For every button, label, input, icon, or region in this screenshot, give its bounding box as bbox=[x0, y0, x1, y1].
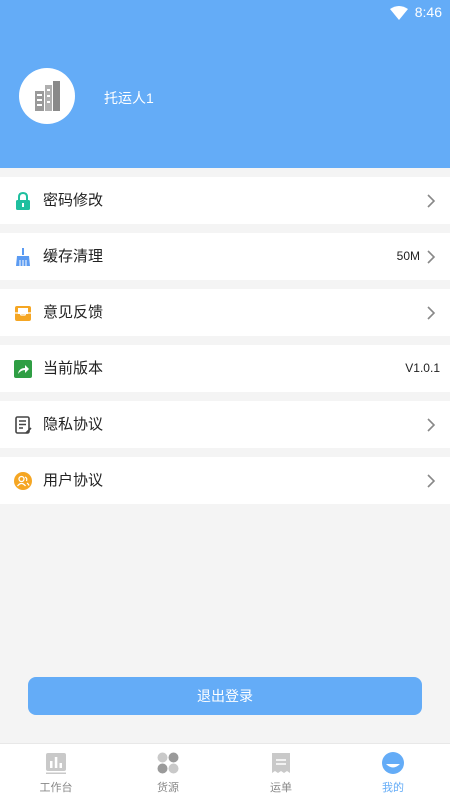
chevron-right-icon bbox=[427, 474, 436, 488]
chevron-right-icon bbox=[427, 418, 436, 432]
tab-workbench[interactable]: 工作台 bbox=[0, 744, 112, 800]
share-icon bbox=[14, 360, 32, 378]
menu-item-label: 缓存清理 bbox=[43, 248, 104, 265]
settings-list: 密码修改 缓存清理 50M 意见反馈 当前版本 V1.0.1 隐私协议 用户协议 bbox=[0, 177, 450, 513]
menu-item-label: 当前版本 bbox=[43, 360, 104, 377]
avatar[interactable] bbox=[19, 68, 75, 124]
chevron-right-icon bbox=[427, 306, 436, 320]
menu-item-label: 用户协议 bbox=[43, 472, 104, 489]
menu-item-version: 当前版本 V1.0.1 bbox=[0, 345, 450, 392]
document-icon bbox=[15, 416, 32, 434]
menu-item-cache[interactable]: 缓存清理 50M bbox=[0, 233, 450, 280]
chart-icon bbox=[46, 753, 66, 774]
broom-icon bbox=[16, 248, 30, 266]
users-icon bbox=[14, 472, 32, 490]
menu-item-privacy[interactable]: 隐私协议 bbox=[0, 401, 450, 448]
version-value: V1.0.1 bbox=[405, 361, 440, 375]
menu-item-label: 隐私协议 bbox=[43, 416, 104, 433]
bottom-tab-bar: 工作台 货源 运单 我的 bbox=[0, 743, 450, 800]
tab-goods-source[interactable]: 货源 bbox=[112, 744, 224, 800]
menu-item-feedback[interactable]: 意见反馈 bbox=[0, 289, 450, 336]
tab-mine[interactable]: 我的 bbox=[337, 744, 449, 800]
chevron-right-icon bbox=[427, 250, 436, 264]
tab-label: 我的 bbox=[382, 782, 404, 794]
username: 托运人1 bbox=[104, 90, 154, 106]
grid-icon bbox=[157, 752, 179, 774]
menu-item-user-agreement[interactable]: 用户协议 bbox=[0, 457, 450, 504]
menu-item-password[interactable]: 密码修改 bbox=[0, 177, 450, 224]
chevron-right-icon bbox=[427, 194, 436, 208]
profile-header: 8:46 托运人1 bbox=[0, 0, 450, 168]
building-icon bbox=[35, 81, 60, 111]
profile-icon bbox=[382, 752, 404, 774]
tab-label: 工作台 bbox=[39, 782, 73, 794]
status-time: 8:46 bbox=[414, 4, 442, 20]
wifi-icon bbox=[390, 6, 408, 20]
tab-label: 货源 bbox=[157, 782, 179, 794]
tab-waybill[interactable]: 运单 bbox=[225, 744, 337, 800]
menu-item-label: 意见反馈 bbox=[43, 304, 104, 321]
cache-size: 50M bbox=[396, 249, 420, 263]
receipt-icon bbox=[272, 753, 290, 773]
logout-button[interactable]: 退出登录 bbox=[28, 677, 422, 715]
menu-item-label: 密码修改 bbox=[43, 192, 104, 209]
lock-icon bbox=[16, 192, 30, 210]
mailbox-icon bbox=[15, 306, 31, 321]
tab-label: 运单 bbox=[270, 782, 292, 794]
